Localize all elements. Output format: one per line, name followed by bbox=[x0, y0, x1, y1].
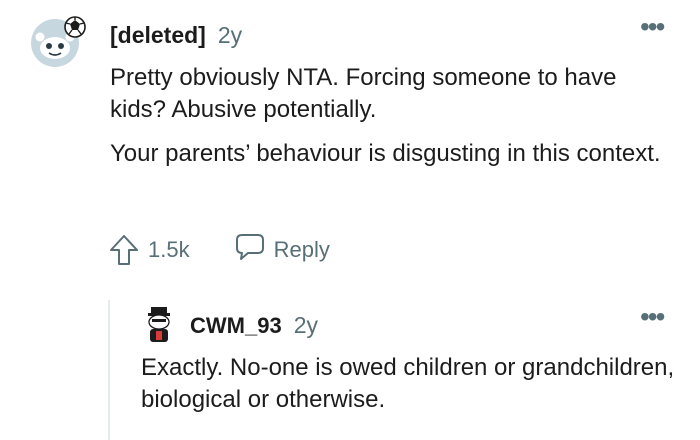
upvote-arrow-icon[interactable] bbox=[108, 233, 140, 267]
thread-line[interactable] bbox=[108, 300, 110, 440]
comment-header: [deleted] 2y bbox=[110, 22, 242, 49]
more-options-button[interactable]: ••• bbox=[640, 303, 665, 331]
comment-paragraph: Exactly. No-one is owed children or gran… bbox=[141, 354, 675, 413]
comment-age: 2y bbox=[217, 22, 243, 48]
comment-header: CWM_93 2y bbox=[190, 312, 318, 339]
comment-body: Pretty obviously NTA. Forcing someone to… bbox=[110, 62, 670, 182]
snoo-avatar-icon bbox=[31, 16, 86, 67]
comment-author[interactable]: [deleted] bbox=[110, 22, 206, 49]
reply-button[interactable]: Reply bbox=[234, 232, 330, 268]
comment-actions: 1.5k Reply bbox=[108, 232, 330, 268]
comment-age: 2y bbox=[293, 312, 318, 338]
avatar[interactable] bbox=[28, 10, 90, 72]
avatar[interactable] bbox=[142, 305, 176, 345]
more-options-button[interactable]: ••• bbox=[640, 13, 665, 41]
comment-paragraph: Pretty obviously NTA. Forcing someone to… bbox=[110, 64, 617, 123]
comment-body: Exactly. No-one is owed children or gran… bbox=[141, 352, 681, 416]
comment-paragraph: Your parents’ behaviour is disgusting in… bbox=[110, 140, 661, 167]
reply-label: Reply bbox=[273, 237, 330, 262]
comment-deleted: [deleted] 2y ••• Pretty obviously NTA. F… bbox=[0, 0, 700, 300]
vote-score: 1.5k bbox=[148, 237, 190, 262]
comment-author[interactable]: CWM_93 bbox=[190, 313, 282, 339]
speech-bubble-icon bbox=[234, 232, 266, 268]
snoo-avatar-icon bbox=[148, 307, 170, 342]
